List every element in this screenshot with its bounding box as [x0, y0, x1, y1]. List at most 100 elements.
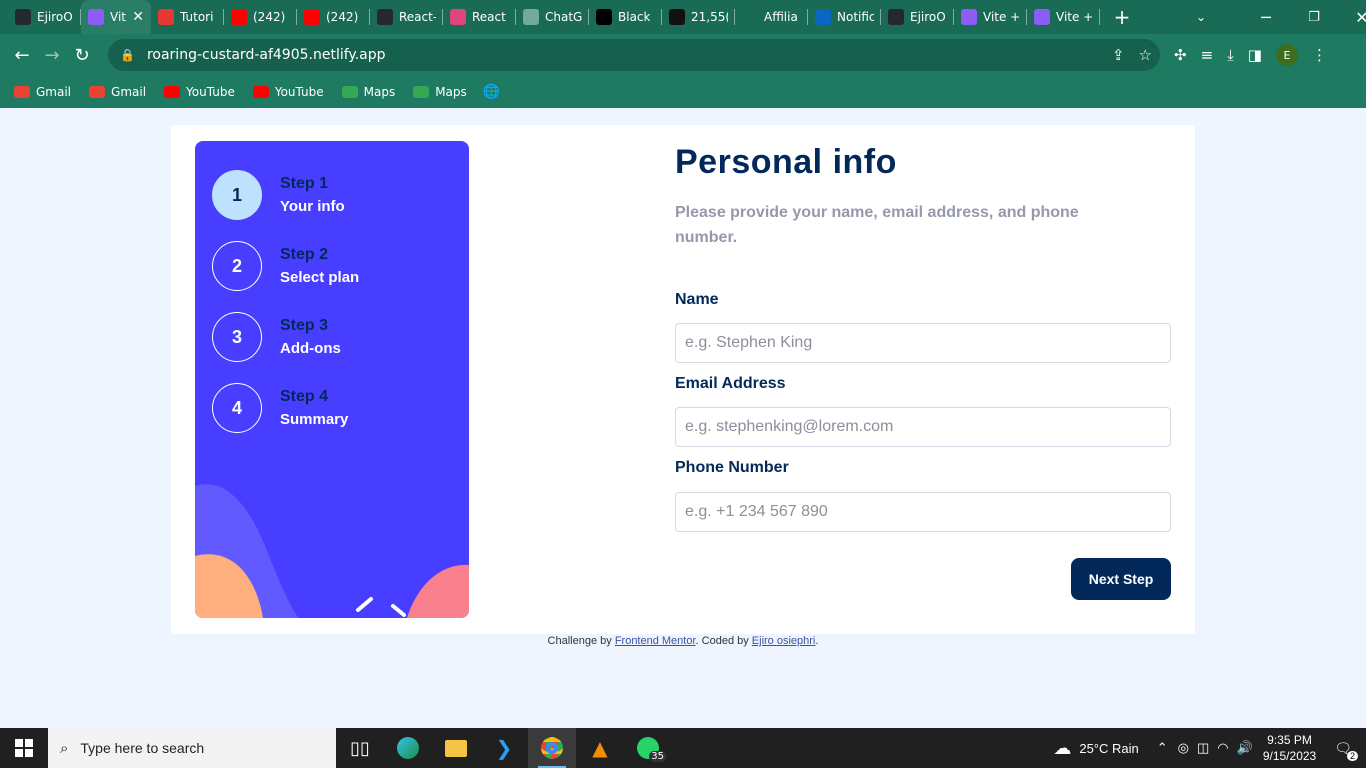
- browser-tab[interactable]: React-: [370, 0, 443, 34]
- youtube-icon: [164, 86, 181, 98]
- sidebar-step-2[interactable]: 2 Step 2 Select plan: [212, 241, 359, 291]
- browser-tab-strip: EjiroO Vit ✕ Tutori (242) I (242) I React- Reac…: [0, 0, 1366, 34]
- whatsapp-icon[interactable]: 35: [624, 728, 672, 768]
- bookmark-label: YouTube: [186, 85, 235, 99]
- page-content: 1 Step 1 Your info 2 Step 2 Select plan 3 Step …: [0, 108, 1366, 728]
- browser-tab[interactable]: Vite +: [954, 0, 1027, 34]
- clock[interactable]: 9:35 PM 9/15/2023: [1263, 732, 1316, 764]
- browser-tab[interactable]: Notific: [808, 0, 881, 34]
- sidebar-step-1[interactable]: 1 Step 1 Your info: [212, 170, 345, 220]
- close-tab-icon[interactable]: ✕: [132, 9, 144, 25]
- author-link[interactable]: Ejiro osiephri: [752, 635, 816, 647]
- email-label: Email Address: [675, 375, 786, 392]
- attribution-middle: . Coded by: [695, 635, 752, 647]
- step-label: Step 2: [280, 246, 329, 263]
- chrome-icon[interactable]: [528, 728, 576, 768]
- meet-icon[interactable]: ◎: [1178, 740, 1189, 756]
- browser-tab[interactable]: Vite +: [1027, 0, 1100, 34]
- weather-text[interactable]: 25°C Rain: [1079, 741, 1138, 756]
- bookmark-item[interactable]: Maps: [341, 85, 396, 99]
- wifi-icon[interactable]: ◠: [1217, 740, 1228, 756]
- browser-tab[interactable]: Tutori: [151, 0, 224, 34]
- weather-rain-icon[interactable]: ☁: [1053, 738, 1071, 759]
- browser-tab[interactable]: 21,55(: [662, 0, 735, 34]
- sidebar-step-4[interactable]: 4 Step 4 Summary: [212, 383, 348, 433]
- minimize-button[interactable]: ─: [1242, 8, 1290, 27]
- browser-tab[interactable]: EjiroO: [8, 0, 81, 34]
- menu-kebab-icon[interactable]: ⋮: [1312, 46, 1327, 64]
- extensions-puzzle-icon[interactable]: ✣: [1174, 46, 1187, 64]
- tab-search-icon[interactable]: ⌄: [1196, 10, 1216, 24]
- browser-tab[interactable]: React: [443, 0, 516, 34]
- bookmark-item[interactable]: YouTube: [164, 85, 235, 99]
- phone-input[interactable]: [675, 492, 1171, 532]
- github-icon: [15, 9, 31, 25]
- reload-button[interactable]: ↻: [67, 45, 97, 66]
- browser-tab[interactable]: Black: [589, 0, 662, 34]
- bookmark-item[interactable]: Gmail: [14, 85, 71, 99]
- edge-icon[interactable]: [384, 728, 432, 768]
- tab-label: (242) I: [326, 10, 363, 24]
- youtube-icon: [252, 86, 269, 98]
- attribution: Challenge by Frontend Mentor. Coded by E…: [0, 635, 1366, 647]
- tab-label: EjiroO: [37, 10, 73, 24]
- youtube-icon: [231, 9, 247, 25]
- show-hidden-icons[interactable]: ⌃: [1157, 740, 1168, 756]
- browser-tab[interactable]: Vit ✕: [81, 0, 151, 34]
- attribution-prefix: Challenge by: [547, 635, 615, 647]
- vscode-icon[interactable]: ❯: [480, 728, 528, 768]
- new-tab-button[interactable]: +: [1110, 5, 1134, 29]
- step-number-circle: 4: [212, 383, 262, 433]
- sidebar-step-3[interactable]: 3 Step 3 Add-ons: [212, 312, 341, 362]
- url-text[interactable]: roaring-custard-af4905.netlify.app: [147, 47, 386, 63]
- omnibox[interactable]: 🔒 roaring-custard-af4905.netlify.app ⇪ ☆: [108, 39, 1160, 71]
- browser-tab[interactable]: EjiroO: [881, 0, 954, 34]
- frontend-mentor-link[interactable]: Frontend Mentor: [615, 635, 696, 647]
- start-button[interactable]: [0, 728, 48, 768]
- search-icon: ⌕: [60, 739, 69, 757]
- bookmark-item[interactable]: Maps: [413, 85, 467, 99]
- browser-tab[interactable]: Affilia: [735, 0, 808, 34]
- email-input[interactable]: [675, 407, 1171, 447]
- browser-tab[interactable]: (242) I: [224, 0, 297, 34]
- step-label: Step 3: [280, 317, 329, 334]
- download-icon[interactable]: ⤓: [1227, 46, 1234, 64]
- vite-icon: [961, 9, 977, 25]
- tab-label: EjiroO: [910, 10, 946, 24]
- bookmark-label: Maps: [363, 85, 396, 99]
- media-queue-icon[interactable]: ≡: [1201, 46, 1214, 64]
- bookmark-item[interactable]: YouTube: [252, 85, 324, 99]
- bookmark-label: Gmail: [36, 85, 72, 99]
- taskbar-search-box[interactable]: ⌕ Type here to search: [48, 728, 336, 768]
- back-button[interactable]: ←: [7, 45, 37, 66]
- name-label: Name: [675, 291, 719, 308]
- browser-tab[interactable]: (242) I: [297, 0, 370, 34]
- side-panel-icon[interactable]: ◨: [1248, 46, 1262, 64]
- file-explorer-icon[interactable]: [432, 728, 480, 768]
- lock-icon: 🔒: [120, 48, 135, 62]
- name-input[interactable]: [675, 323, 1171, 363]
- tab-label: Vit: [110, 10, 126, 24]
- share-icon[interactable]: ⇪: [1112, 46, 1125, 64]
- globe-icon[interactable]: 🌐: [483, 84, 500, 100]
- whatsapp-badge: 35: [649, 751, 666, 762]
- tab-label: ChatG: [545, 10, 582, 24]
- notifications-icon[interactable]: 🗨 2: [1334, 740, 1358, 761]
- network-icon[interactable]: ◫: [1197, 740, 1209, 756]
- step-label: Step 1: [280, 175, 329, 192]
- volume-icon[interactable]: 🔊: [1237, 740, 1253, 756]
- attribution-suffix: .: [815, 635, 819, 647]
- bookmark-item[interactable]: Gmail: [89, 85, 146, 99]
- close-window-button[interactable]: ✕: [1338, 8, 1366, 27]
- restore-button[interactable]: ❐: [1290, 10, 1338, 25]
- browser-tab[interactable]: ChatG: [516, 0, 589, 34]
- next-step-button[interactable]: Next Step: [1071, 558, 1171, 600]
- notification-count: 2: [1346, 750, 1358, 761]
- profile-avatar[interactable]: E: [1275, 44, 1298, 66]
- maps-icon: [341, 86, 358, 98]
- clock-time: 9:35 PM: [1267, 733, 1312, 747]
- vlc-icon[interactable]: ▲: [576, 728, 624, 768]
- forward-button[interactable]: →: [37, 45, 67, 66]
- bookmark-star-icon[interactable]: ☆: [1139, 46, 1152, 64]
- task-view-icon[interactable]: ▯▯: [336, 728, 384, 768]
